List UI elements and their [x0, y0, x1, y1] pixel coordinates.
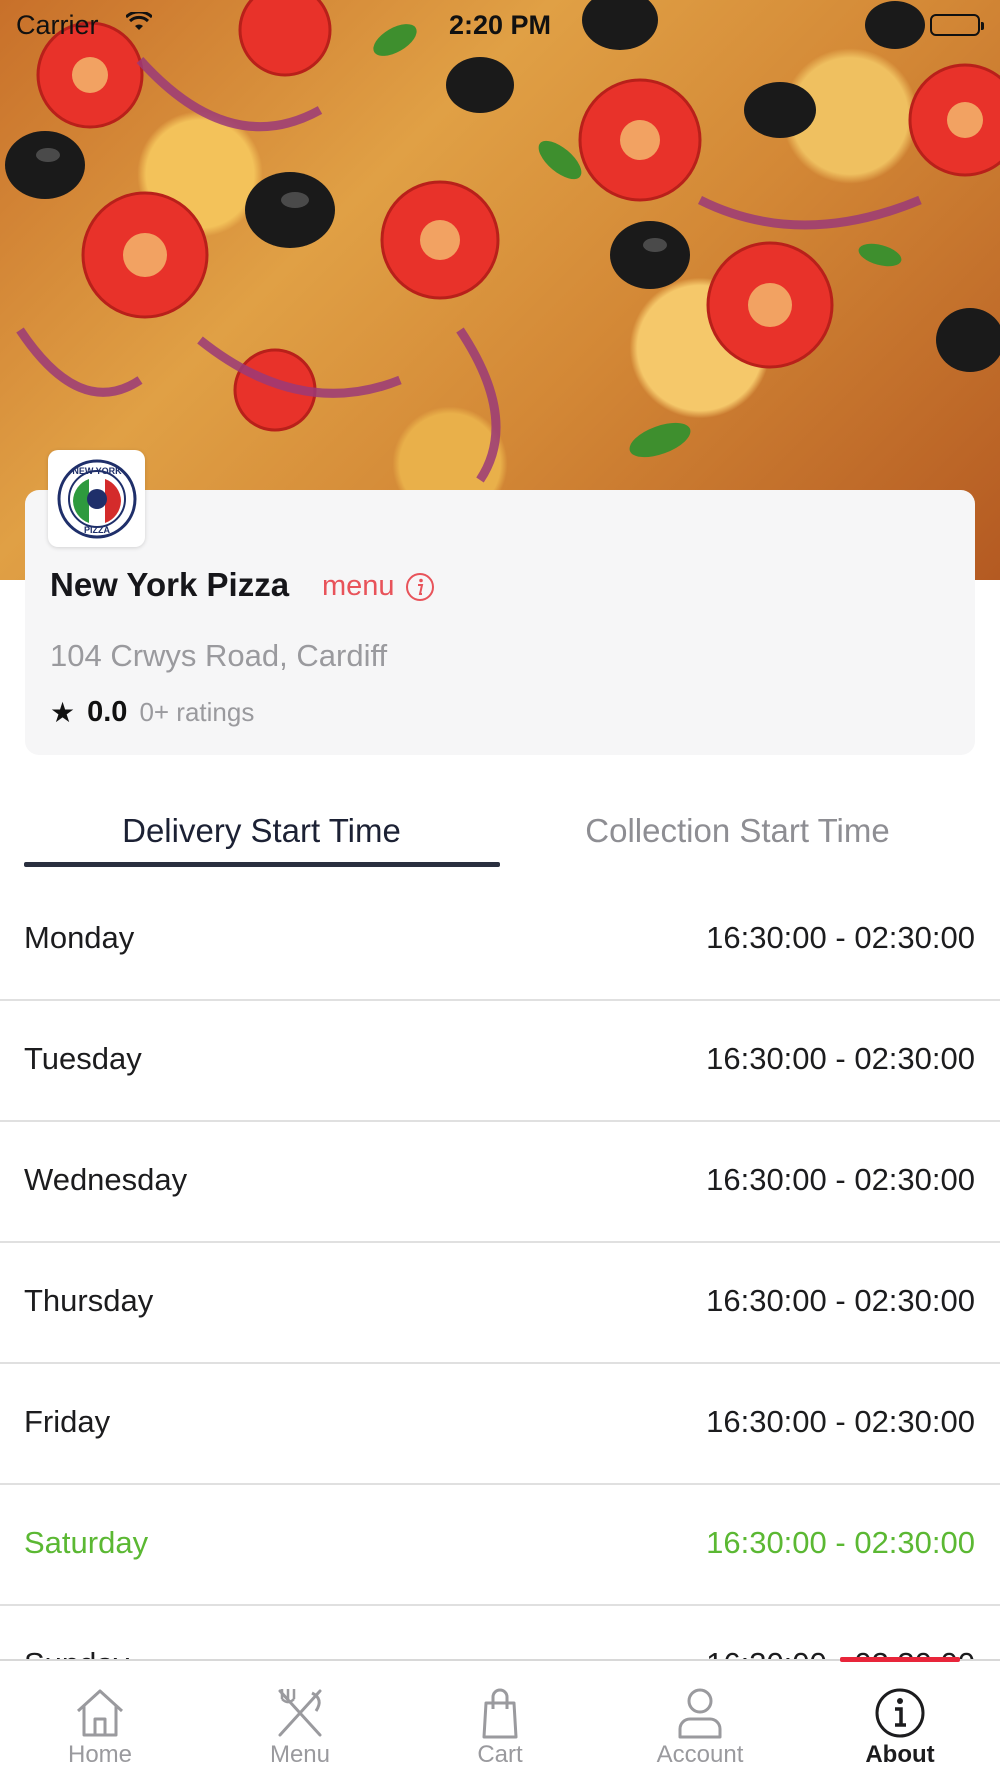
rating-count: 0+ ratings	[139, 697, 255, 727]
nav-cart-label: Cart	[477, 1741, 523, 1768]
day-label: Thursday	[24, 1283, 154, 1318]
list-item-today: Saturday 16:30:00 - 02:30:00	[0, 1485, 1000, 1606]
svg-text:PIZZA: PIZZA	[84, 525, 110, 535]
time-range: 16:30:00 - 02:30:00	[706, 1283, 975, 1318]
list-item: Tuesday 16:30:00 - 02:30:00	[0, 1001, 1000, 1122]
rating-row: ★ 0.0 0+ ratings	[50, 696, 254, 729]
bottom-tab-bar: Home Menu Cart Account About	[0, 1657, 1000, 1778]
battery-icon	[930, 14, 984, 36]
svg-text:NEW YORK: NEW YORK	[72, 466, 122, 476]
user-icon	[678, 1688, 722, 1739]
day-label: Monday	[24, 920, 135, 955]
schedule-tabs: Delivery Start Time Collection Start Tim…	[0, 800, 1000, 870]
list-item: Thursday 16:30:00 - 02:30:00	[0, 1243, 1000, 1364]
nav-menu[interactable]: Menu	[200, 1661, 400, 1778]
nav-about[interactable]: About	[800, 1661, 1000, 1778]
status-bar: Carrier 2:20 PM	[0, 0, 1000, 52]
nav-cart[interactable]: Cart	[400, 1661, 600, 1778]
time-range: 16:30:00 - 02:30:00	[706, 920, 975, 955]
clock: 2:20 PM	[448, 10, 552, 40]
day-label: Saturday	[24, 1525, 149, 1560]
star-icon: ★	[50, 697, 76, 728]
time-range: 16:30:00 - 02:30:00	[706, 1525, 975, 1560]
rating-value: 0.0	[87, 696, 128, 728]
menu-link[interactable]: menu	[322, 570, 435, 603]
nav-home[interactable]: Home	[0, 1661, 200, 1778]
nav-about-label: About	[865, 1741, 935, 1768]
store-address: 104 Crwys Road, Cardiff	[50, 638, 388, 673]
new-york-pizza-logo: NEW YORK PIZZA	[57, 459, 136, 538]
nav-home-label: Home	[67, 1741, 133, 1768]
nav-menu-label: Menu	[269, 1741, 331, 1768]
time-range: 16:30:00 - 02:30:00	[706, 1162, 975, 1197]
shopping-bag-icon	[482, 1688, 518, 1739]
info-icon[interactable]	[405, 572, 435, 602]
opening-hours-list: Monday 16:30:00 - 02:30:00 Tuesday 16:30…	[0, 880, 1000, 1727]
day-label: Wednesday	[24, 1162, 188, 1197]
list-item: Monday 16:30:00 - 02:30:00	[0, 880, 1000, 1001]
home-icon	[76, 1689, 124, 1737]
day-label: Friday	[24, 1404, 111, 1439]
active-tab-underline	[24, 862, 500, 867]
time-range: 16:30:00 - 02:30:00	[706, 1041, 975, 1076]
list-item: Wednesday 16:30:00 - 02:30:00	[0, 1122, 1000, 1243]
menu-link-label[interactable]: menu	[322, 570, 395, 603]
tab-collection-start-time[interactable]: Collection Start Time	[500, 812, 975, 850]
fork-knife-icon	[278, 1689, 322, 1737]
nav-account-label: Account	[656, 1741, 744, 1768]
list-item: Friday 16:30:00 - 02:30:00	[0, 1364, 1000, 1485]
day-label: Tuesday	[24, 1041, 142, 1076]
time-range: 16:30:00 - 02:30:00	[706, 1404, 975, 1439]
store-logo: NEW YORK PIZZA	[48, 450, 145, 547]
info-icon	[875, 1688, 925, 1738]
nav-account[interactable]: Account	[600, 1661, 800, 1778]
store-name: New York Pizza	[50, 566, 290, 603]
tab-delivery-start-time[interactable]: Delivery Start Time	[24, 812, 499, 850]
